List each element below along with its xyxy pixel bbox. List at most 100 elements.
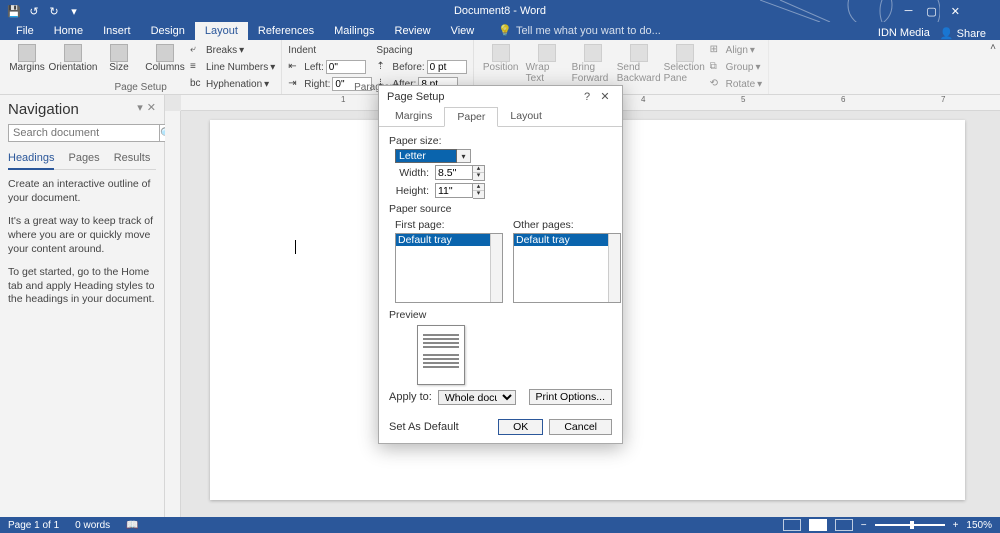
width-down[interactable]: ▾ [473, 173, 484, 180]
nav-title: Navigation [8, 101, 156, 118]
breaks-icon: ⤶ [190, 44, 204, 56]
indent-left-input[interactable] [326, 60, 366, 74]
nav-tab-results[interactable]: Results [114, 148, 151, 169]
redo-icon[interactable]: ↻ [48, 5, 60, 17]
dialog-title: Page Setup [387, 91, 578, 103]
columns-icon [156, 44, 174, 62]
title-bar: 💾 ↺ ↻ ▾ Document8 - Word ─ ▢ ✕ [0, 0, 1000, 22]
tell-me-search[interactable]: 💡Tell me what you want to do... [488, 21, 671, 40]
window-controls: ─ ▢ ✕ [905, 5, 960, 18]
align-icon: ⊞ [710, 44, 724, 56]
indent-header: Indent [288, 42, 372, 58]
tab-insert[interactable]: Insert [93, 22, 141, 40]
text-cursor [295, 240, 296, 254]
other-pages-label: Other pages: [513, 219, 621, 231]
first-page-listbox[interactable]: Default tray [395, 233, 503, 303]
zoom-level[interactable]: 150% [966, 520, 992, 531]
tab-view[interactable]: View [441, 22, 485, 40]
dialog-help-button[interactable]: ? [578, 91, 596, 103]
ribbon-tabs: File Home Insert Design Layout Reference… [0, 22, 1000, 40]
breaks-button[interactable]: ⤶Breaks ▾ [190, 42, 275, 58]
preview-label: Preview [389, 309, 612, 321]
tab-references[interactable]: References [248, 22, 324, 40]
rotate-button: ⟲Rotate ▾ [710, 76, 763, 92]
line-numbers-icon: ≡ [190, 61, 204, 73]
nav-hint-1: Create an interactive outline of your do… [8, 178, 156, 205]
tab-review[interactable]: Review [385, 22, 441, 40]
account-label[interactable]: IDN Media [878, 27, 930, 40]
read-mode-button[interactable] [783, 519, 801, 531]
navigation-pane: ▾✕ Navigation 🔍 Headings Pages Results C… [0, 95, 165, 517]
chevron-down-icon: ▾ [457, 149, 471, 163]
paper-source-label: Paper source [389, 203, 612, 215]
space-before-icon: ⇡ [376, 61, 390, 73]
undo-icon[interactable]: ↺ [28, 5, 40, 17]
search-input[interactable] [8, 124, 159, 142]
width-label: Width: [395, 167, 429, 179]
group-page-setup: Margins Orientation Size Columns ⤶Breaks… [0, 40, 282, 94]
maximize-icon[interactable]: ▢ [926, 5, 936, 18]
vertical-ruler[interactable] [165, 111, 181, 517]
collapse-ribbon-button[interactable]: ˄ [986, 40, 1000, 94]
print-options-button[interactable]: Print Options... [529, 389, 612, 405]
orientation-icon [64, 44, 82, 62]
tab-design[interactable]: Design [141, 22, 195, 40]
scrollbar[interactable] [608, 234, 620, 302]
bulb-icon: 💡 [498, 24, 512, 37]
zoom-out-button[interactable]: − [861, 520, 867, 531]
zoom-slider[interactable] [875, 524, 945, 526]
ok-button[interactable]: OK [498, 419, 543, 435]
nav-hint-2: It's a great way to keep track of where … [8, 215, 156, 256]
list-item[interactable]: Default tray [396, 234, 502, 246]
height-input[interactable] [435, 183, 473, 198]
nav-close-icon[interactable]: ✕ [147, 101, 156, 114]
page-setup-dialog: Page Setup ? ✕ Margins Paper Layout Pape… [378, 85, 623, 444]
list-item[interactable]: Default tray [514, 234, 620, 246]
tab-mailings[interactable]: Mailings [324, 22, 384, 40]
selection-pane-button: Selection Pane [664, 42, 706, 94]
group-icon: ⧉ [710, 61, 724, 73]
group-label: Page Setup [0, 82, 281, 93]
set-as-default-button[interactable]: Set As Default [389, 421, 459, 433]
dialog-tab-paper[interactable]: Paper [444, 107, 498, 127]
scrollbar[interactable] [490, 234, 502, 302]
web-layout-button[interactable] [835, 519, 853, 531]
nav-tab-headings[interactable]: Headings [8, 148, 54, 170]
dialog-close-button[interactable]: ✕ [596, 90, 614, 103]
align-button: ⊞Align ▾ [710, 42, 763, 58]
print-layout-button[interactable] [809, 519, 827, 531]
minimize-icon[interactable]: ─ [905, 5, 913, 18]
save-icon[interactable]: 💾 [8, 5, 20, 17]
width-input[interactable] [435, 165, 473, 180]
close-icon[interactable]: ✕ [951, 5, 960, 18]
status-bar: Page 1 of 1 0 words 📖 − + 150% [0, 517, 1000, 533]
apply-to-select[interactable]: Whole document [438, 390, 516, 405]
zoom-in-button[interactable]: + [953, 520, 959, 531]
status-words[interactable]: 0 words [75, 520, 110, 531]
other-pages-listbox[interactable]: Default tray [513, 233, 621, 303]
tab-layout[interactable]: Layout [195, 22, 248, 40]
nav-tab-pages[interactable]: Pages [68, 148, 99, 169]
line-numbers-button[interactable]: ≡Line Numbers ▾ [190, 59, 275, 75]
tab-file[interactable]: File [6, 22, 44, 40]
apply-to-label: Apply to: [389, 391, 432, 403]
status-page[interactable]: Page 1 of 1 [8, 520, 59, 531]
height-down[interactable]: ▾ [473, 191, 484, 198]
proofing-icon[interactable]: 📖 [126, 520, 138, 531]
qat-dropdown-icon[interactable]: ▾ [68, 5, 80, 17]
first-page-label: First page: [395, 219, 503, 231]
dialog-tab-layout[interactable]: Layout [498, 107, 554, 126]
spacing-header: Spacing [376, 42, 466, 58]
preview-thumbnail [417, 325, 465, 385]
paper-size-label: Paper size: [389, 135, 612, 147]
nav-hint-3: To get started, go to the Home tab and a… [8, 266, 156, 307]
nav-dropdown-icon[interactable]: ▾ [137, 101, 143, 114]
space-before-input[interactable] [427, 60, 467, 74]
indent-left-icon: ⇤ [288, 61, 302, 73]
cancel-button[interactable]: Cancel [549, 419, 612, 435]
share-button[interactable]: 👤 Share [940, 27, 986, 40]
window-title: Document8 - Word [454, 5, 546, 17]
paper-size-select[interactable]: Letter▾ [395, 149, 471, 163]
dialog-tab-margins[interactable]: Margins [383, 107, 444, 126]
tab-home[interactable]: Home [44, 22, 93, 40]
